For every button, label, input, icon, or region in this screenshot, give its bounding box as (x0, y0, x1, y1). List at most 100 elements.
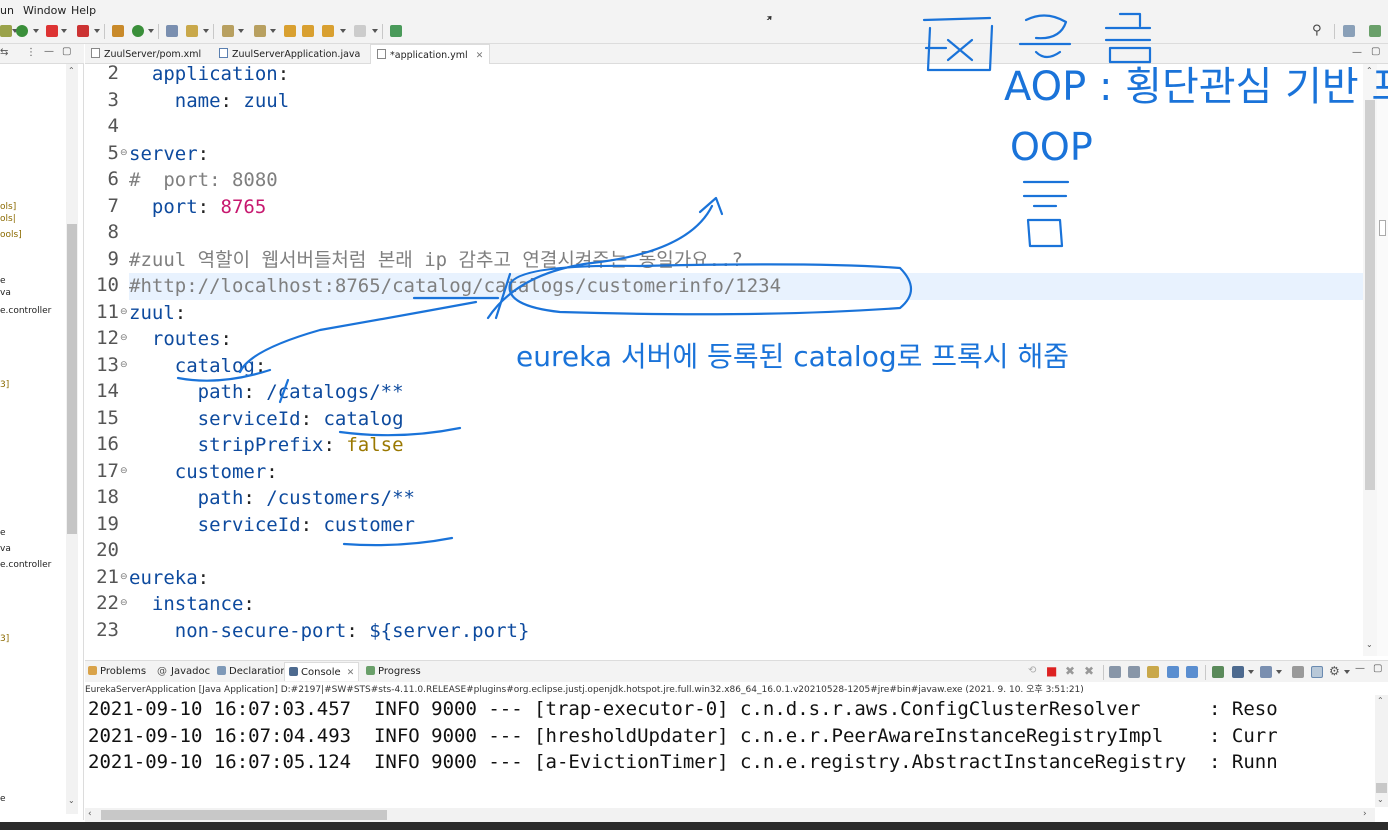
java-perspective-icon[interactable] (1369, 25, 1381, 37)
dropdown-icon[interactable] (61, 29, 67, 33)
link-icon[interactable] (1311, 666, 1323, 678)
scroll-lock-icon[interactable] (1109, 666, 1121, 678)
next-annotation-icon[interactable] (222, 25, 234, 37)
relaunch-icon[interactable] (77, 25, 89, 37)
code-line[interactable]: instance: (129, 591, 255, 618)
menu-window[interactable]: Window (23, 4, 66, 17)
open-console-icon[interactable] (1260, 666, 1272, 678)
fold-toggle-icon[interactable]: ⊖ (120, 598, 128, 608)
code-line[interactable]: application: (129, 64, 289, 88)
fold-toggle-icon[interactable]: ⊖ (120, 360, 128, 370)
tab-declaration[interactable]: Declaration (217, 666, 287, 677)
tree-item-label[interactable]: va (0, 288, 11, 298)
code-line[interactable]: zuul: (129, 300, 186, 327)
editor-scrollbar[interactable]: ⌃ ⌄ (1363, 64, 1377, 656)
tree-item-label[interactable]: 3] (0, 634, 9, 644)
minimize-icon[interactable]: — (44, 46, 54, 57)
dropdown-icon[interactable] (340, 29, 346, 33)
minimize-icon[interactable]: — (1352, 47, 1362, 58)
close-tab-icon[interactable]: ✕ (347, 668, 355, 678)
code-line[interactable]: # port: 8080 (129, 167, 278, 194)
dropdown-icon[interactable] (1276, 670, 1282, 674)
disconnect-icon[interactable]: ⟲ (1028, 665, 1036, 676)
pin-console-icon[interactable] (1212, 666, 1224, 678)
console-scrollbar[interactable]: ⌃ ⌄ (1375, 695, 1388, 807)
tree-item-label[interactable]: 3] (0, 380, 9, 390)
minimize-icon[interactable]: — (1355, 663, 1365, 674)
last-edit-icon[interactable] (284, 25, 296, 37)
code-line[interactable]: eureka: (129, 565, 209, 592)
tree-item-label[interactable]: e.controller (0, 560, 51, 570)
back-icon[interactable] (302, 25, 314, 37)
open-type-icon[interactable] (166, 25, 178, 37)
tab-progress[interactable]: Progress (366, 666, 421, 677)
tab-console[interactable]: Console ✕ (284, 662, 360, 681)
show-stderr-icon[interactable] (1186, 666, 1198, 678)
view-menu-icon[interactable]: ⋮ (26, 47, 36, 58)
maximize-icon[interactable]: ▢ (1371, 46, 1380, 57)
scroll-up-icon[interactable]: ⌃ (1366, 66, 1373, 75)
menu-help[interactable]: Help (71, 4, 96, 17)
code-line[interactable]: path: /customers/** (129, 485, 415, 512)
code-editor[interactable]: 2 3 4 5 ⊖ 6 7 8 9 10 11 ⊖ 12 ⊖ 13 ⊖ 14 15 16 17 ⊖ 18 19 20 21 ⊖ 22… (85, 64, 1388, 656)
word-wrap-icon[interactable] (1147, 666, 1159, 678)
open-perspective-icon[interactable] (1343, 25, 1355, 37)
tree-item-label[interactable]: ols] (0, 202, 16, 212)
clear-console-icon[interactable] (1128, 666, 1140, 678)
scroll-up-icon[interactable]: ⌃ (1377, 696, 1384, 705)
dropdown-icon[interactable] (238, 29, 244, 33)
fold-toggle-icon[interactable]: ⊖ (120, 466, 128, 476)
fold-toggle-icon[interactable]: ⊖ (120, 333, 128, 343)
scrollbar-thumb[interactable] (101, 810, 387, 820)
code-line[interactable]: serviceId: catalog (129, 406, 404, 433)
tree-item-label[interactable]: e (0, 528, 6, 538)
collapse-all-icon[interactable]: ⇆ (0, 47, 8, 58)
code-line[interactable]: #http://localhost:8765/catalog/catalogs/… (129, 273, 1363, 300)
tree-item-label[interactable]: e (0, 794, 6, 804)
remove-launch-icon[interactable]: ✖ (1065, 664, 1075, 678)
remove-all-icon[interactable]: ✖ (1084, 664, 1094, 678)
gear-icon[interactable]: ⚙ (1329, 664, 1340, 678)
tab-javadoc[interactable]: @ Javadoc (157, 666, 210, 677)
maximize-icon[interactable]: ▢ (1373, 663, 1382, 674)
package-explorer-scrollbar[interactable]: ⌃ ⌄ (66, 64, 78, 814)
show-stdout-icon[interactable] (1167, 666, 1179, 678)
code-line[interactable]: catalog: (129, 353, 267, 380)
maximize-icon[interactable]: ▢ (62, 46, 71, 57)
menu-run[interactable]: un (0, 4, 14, 17)
tree-item-label[interactable]: va (0, 544, 11, 554)
tab-problems[interactable]: Problems (88, 666, 146, 677)
code-line[interactable]: stripPrefix: false (129, 432, 404, 459)
code-line[interactable]: path: /catalogs/** (129, 379, 404, 406)
code-line[interactable]: customer: (129, 459, 278, 486)
dropdown-icon[interactable] (33, 29, 39, 33)
scroll-down-icon[interactable]: ⌄ (1377, 795, 1384, 804)
code-line[interactable]: serviceId: customer (129, 512, 415, 539)
scrollbar-thumb[interactable] (67, 224, 77, 534)
fold-toggle-icon[interactable]: ⊖ (120, 148, 128, 158)
forward-icon[interactable] (322, 25, 334, 37)
search-tool-icon[interactable] (186, 25, 198, 37)
code-line[interactable]: #zuul 역할이 웹서버들처럼 본래 ip 감추고 연결시켜주는 동일가요..… (129, 247, 743, 274)
terminate-icon[interactable]: ■ (1046, 664, 1057, 678)
pin-editor-icon[interactable] (390, 25, 402, 37)
console-output[interactable]: 2021-09-10 16:07:03.457 INFO 9000 --- [t… (85, 695, 1375, 805)
console-hscrollbar[interactable]: ‹ › (85, 808, 1375, 822)
dropdown-icon[interactable] (270, 29, 276, 33)
tab-application-yml[interactable]: *application.yml ✕ (370, 44, 491, 64)
scroll-up-icon[interactable]: ⌃ (68, 66, 75, 75)
close-tab-icon[interactable]: ✕ (476, 51, 484, 61)
stop-icon[interactable] (46, 25, 58, 37)
scroll-left-icon[interactable]: ‹ (88, 809, 92, 819)
dropdown-icon[interactable] (94, 29, 100, 33)
scroll-down-icon[interactable]: ⌄ (68, 796, 75, 805)
tree-item-label[interactable]: e.controller (0, 306, 51, 316)
fold-toggle-icon[interactable]: ⊖ (120, 572, 128, 582)
fold-toggle-icon[interactable]: ⊖ (120, 307, 128, 317)
dropdown-icon[interactable] (203, 29, 209, 33)
display-console-icon[interactable] (1232, 666, 1244, 678)
scroll-down-icon[interactable]: ⌄ (1366, 640, 1373, 649)
search-icon[interactable]: ⚲ (1312, 23, 1322, 38)
code-line[interactable]: port: 8765 (129, 194, 266, 221)
code-line[interactable]: name: zuul (129, 88, 289, 115)
